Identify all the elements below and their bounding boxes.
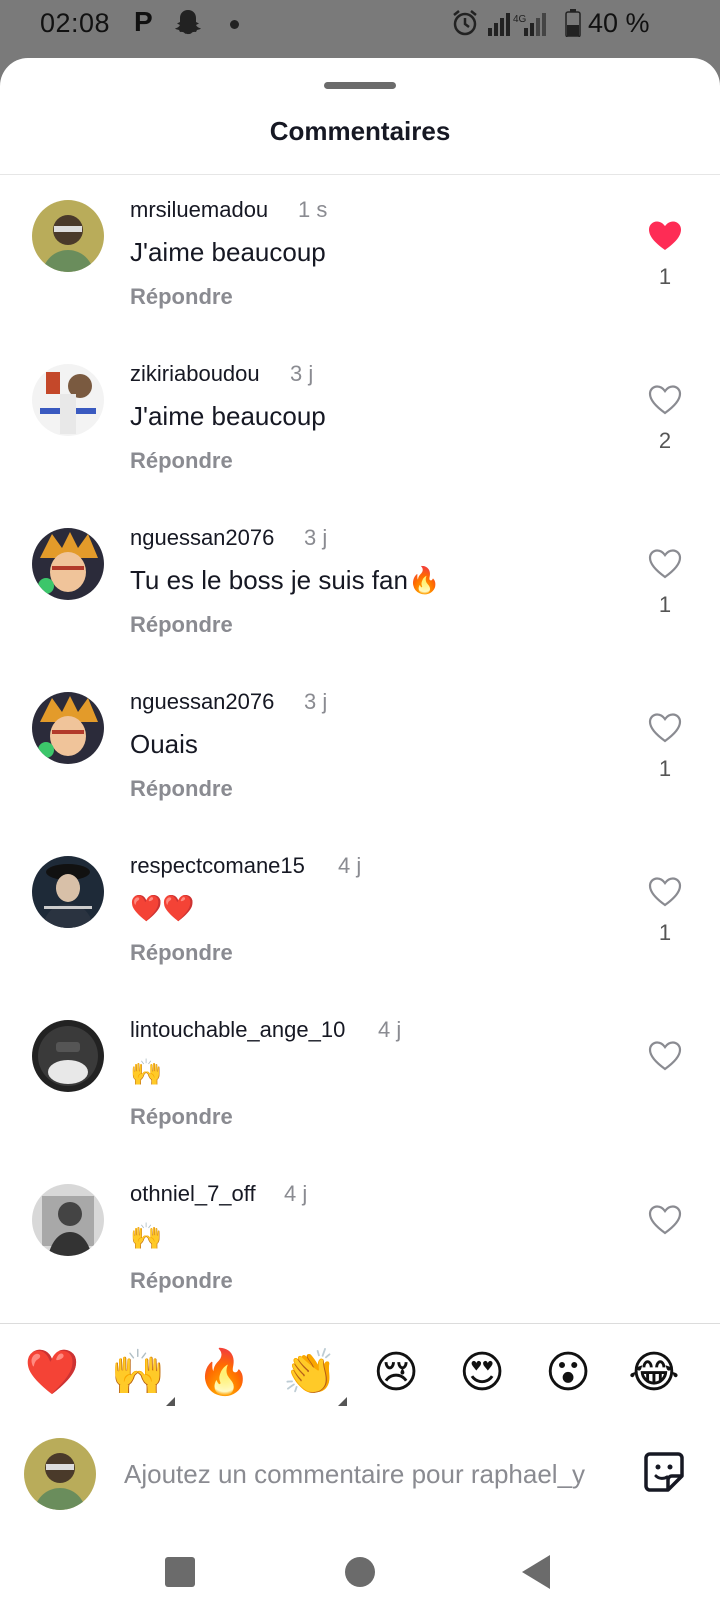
recents-button[interactable] [165,1557,195,1587]
divider [0,1323,720,1324]
comment-text: Tu es le boss je suis fan🔥 [130,565,441,595]
like-count: 2 [658,428,672,453]
more-variants-indicator [166,1397,175,1406]
like-count: 1 [658,264,672,289]
reply-button[interactable]: Répondre [130,284,233,310]
like-button[interactable]: 2 [640,384,690,454]
sheet-title: Commentaires [269,116,451,146]
avatar[interactable] [32,1020,104,1092]
comment-username[interactable]: mrsiluemadou [130,197,268,223]
battery-icon [565,9,581,37]
comment-text: Ouais [130,729,198,759]
alarm-icon [453,10,477,36]
battery-percent: 40 % [588,8,650,38]
comment-composer [0,1428,720,1518]
emoji-clap-button[interactable]: 👏 [280,1343,340,1403]
comment-text: 🙌 [130,1057,163,1087]
comments-sheet: Commentaires mrsiluemadou 1 s J'aime bea… [0,58,720,1612]
sticker-icon[interactable] [640,1448,688,1496]
comment-item: zikiriaboudou 3 j J'aime beaucoup Répond… [0,339,720,507]
back-button[interactable] [522,1555,550,1589]
status-bar: 02:08 P 4G 40 % [0,0,720,52]
emoji-fire-button[interactable]: 🔥 [194,1343,254,1403]
like-count: 1 [658,920,672,945]
comment-text: J'aime beaucoup [130,401,326,431]
notification-dot [230,20,239,29]
avatar[interactable] [32,528,104,600]
like-button[interactable] [640,1040,690,1084]
comment-time: 3 j [304,689,328,714]
comments-list[interactable]: mrsiluemadou 1 s J'aime beaucoup Répondr… [0,175,720,1381]
like-count: 1 [658,756,672,781]
home-button[interactable] [345,1557,375,1587]
comment-item: nguessan2076 3 j Tu es le boss je suis f… [0,503,720,671]
comment-text: ❤️❤️ [130,893,195,923]
reply-button[interactable]: Répondre [130,1268,233,1294]
comment-text: 🙌 [130,1221,163,1251]
heart-filled-icon [649,221,681,250]
comment-time: 4 j [284,1181,308,1206]
comment-time: 4 j [378,1017,402,1042]
emoji-raised-hands-button[interactable]: 🙌 [108,1343,168,1403]
comment-username[interactable]: nguessan2076 [130,525,274,551]
reply-button[interactable]: Répondre [130,448,233,474]
avatar[interactable] [32,1184,104,1256]
like-button[interactable]: 1 [640,712,690,782]
current-user-avatar[interactable] [24,1438,96,1510]
heart-outline-icon [648,1041,682,1071]
reply-button[interactable]: Répondre [130,612,233,638]
comment-item: nguessan2076 3 j Ouais Répondre 1 [0,667,720,835]
svg-text:4G: 4G [513,14,527,25]
comment-time: 3 j [304,525,328,550]
system-nav-bar [0,1523,720,1612]
like-button[interactable]: 1 [640,548,690,618]
avatar[interactable] [32,856,104,928]
like-button[interactable]: 1 [640,876,690,946]
signal-4g-icon: 4G [488,13,546,36]
comment-time: 3 j [290,361,314,386]
heart-outline-icon [648,877,682,907]
avatar[interactable] [32,364,104,436]
like-button[interactable]: 1 [640,220,690,290]
comment-time: 4 j [338,853,362,878]
avatar[interactable] [32,692,104,764]
like-button[interactable] [640,1204,690,1248]
reply-button[interactable]: Répondre [130,1104,233,1130]
emoji-heart-button[interactable]: ❤️ [22,1343,82,1403]
comment-username[interactable]: zikiriaboudou [130,361,260,387]
comment-item: respectcomane15 4 j ❤️❤️ Répondre 1 [0,831,720,999]
parking-icon: P [134,6,153,37]
comment-item: mrsiluemadou 1 s J'aime beaucoup Répondr… [0,175,720,343]
more-variants-indicator [338,1397,347,1406]
sheet-drag-handle[interactable] [324,82,396,89]
heart-outline-icon [648,385,682,415]
comment-username[interactable]: respectcomane15 [130,853,305,879]
status-time: 02:08 [40,8,111,38]
heart-outline-icon [648,1205,682,1235]
emoji-heart-eyes-button[interactable]: 😍 [452,1343,512,1403]
like-count: 1 [658,592,672,617]
comment-username[interactable]: othniel_7_off [130,1181,256,1207]
avatar[interactable] [32,200,104,272]
emoji-surprised-button[interactable]: 😮 [538,1343,598,1403]
quick-emoji-bar: ❤️ 🙌 🔥 👏 😢 😍 😮 😂 [0,1343,720,1413]
comment-username[interactable]: lintouchable_ange_10 [130,1017,345,1043]
reply-button[interactable]: Répondre [130,940,233,966]
emoji-crying-button[interactable]: 😢 [366,1343,426,1403]
heart-outline-icon [648,713,682,743]
comment-text: J'aime beaucoup [130,237,326,267]
comment-username[interactable]: nguessan2076 [130,689,274,715]
heart-outline-icon [648,549,682,579]
snapchat-ghost-icon [175,10,201,35]
emoji-laughing-button[interactable]: 😂 [624,1343,684,1403]
comment-item: othniel_7_off 4 j 🙌 Répondre [0,1159,720,1327]
comment-time: 1 s [298,197,328,222]
comment-item: lintouchable_ange_10 4 j 🙌 Répondre [0,995,720,1163]
reply-button[interactable]: Répondre [130,776,233,802]
comment-input[interactable] [124,1452,614,1496]
